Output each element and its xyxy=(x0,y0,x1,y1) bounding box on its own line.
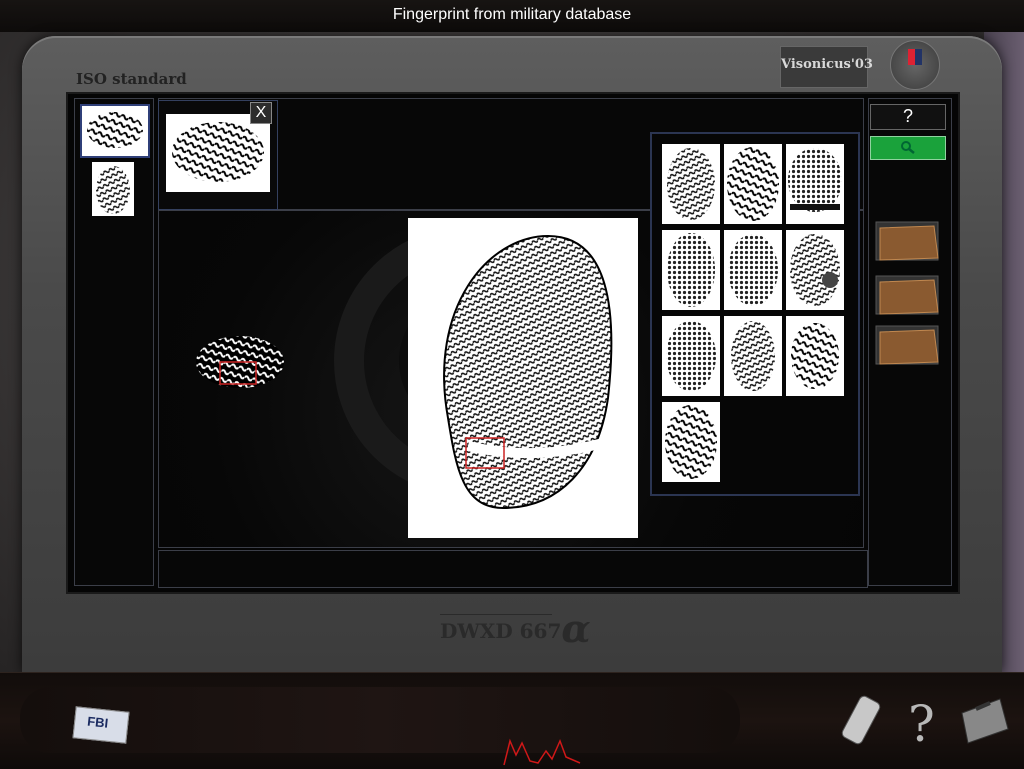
database-print-8[interactable] xyxy=(724,316,782,396)
database-print-viewer xyxy=(408,218,638,538)
iso-standard-label: ISO standard xyxy=(76,70,187,88)
print-image xyxy=(665,405,717,479)
selected-sample-image[interactable] xyxy=(166,114,270,192)
database-print-4[interactable] xyxy=(662,230,720,310)
highlight-logo xyxy=(890,40,940,90)
title-bar: Fingerprint from military database xyxy=(0,0,1024,34)
print-image xyxy=(667,148,715,220)
inventory-bar: FBI ? xyxy=(0,672,1024,769)
print-image xyxy=(727,147,779,221)
database-fingerprint[interactable] xyxy=(408,218,638,538)
print-image xyxy=(728,234,778,306)
search-button[interactable] xyxy=(870,136,946,160)
folder-icon[interactable] xyxy=(874,324,942,366)
folder-icon[interactable] xyxy=(874,274,942,316)
database-print-9[interactable] xyxy=(786,316,844,396)
print-image xyxy=(788,148,842,212)
database-print-7[interactable] xyxy=(662,316,720,396)
question-mark-icon[interactable]: ? xyxy=(902,691,942,751)
print-image xyxy=(791,323,839,389)
database-print-1[interactable] xyxy=(662,144,720,224)
full-print-thumbnail xyxy=(96,166,130,214)
help-button[interactable]: ? xyxy=(870,104,946,130)
fbi-badge-text: FBI xyxy=(86,713,109,731)
database-print-3[interactable] xyxy=(786,144,844,224)
svg-text:?: ? xyxy=(908,695,935,751)
database-grid xyxy=(650,132,860,496)
signal-trace xyxy=(503,738,581,766)
database-print-6[interactable] xyxy=(786,230,844,310)
phone-icon[interactable] xyxy=(836,693,886,749)
database-print-10[interactable] xyxy=(662,402,720,482)
logo-mark xyxy=(908,49,922,65)
model-label: DWXD 667α xyxy=(440,606,591,651)
print-image xyxy=(667,233,715,307)
sample-thumbnail-partial[interactable] xyxy=(80,104,150,158)
fbi-badge-item[interactable]: FBI xyxy=(72,706,130,744)
folder-icon[interactable] xyxy=(874,220,942,262)
model-suffix: α xyxy=(561,606,591,651)
model-number: DWXD 667 xyxy=(440,619,562,643)
print-image xyxy=(731,321,775,391)
partial-fingerprint[interactable] xyxy=(192,326,292,398)
sample-thumbnail-full[interactable] xyxy=(92,162,134,216)
print-image xyxy=(666,321,716,391)
brand-plate: Visonicus'03 xyxy=(780,46,873,88)
close-icon: X xyxy=(255,104,267,121)
magnifier-icon xyxy=(901,141,915,154)
brand-name: Visonicus'03 xyxy=(781,57,873,72)
partial-print-thumbnail xyxy=(87,112,143,148)
question-mark-icon: ? xyxy=(902,106,913,126)
close-button[interactable]: X xyxy=(250,102,272,124)
database-print-2[interactable] xyxy=(724,144,782,224)
briefcase-icon[interactable] xyxy=(956,689,1012,749)
database-print-5[interactable] xyxy=(724,230,782,310)
page-title: Fingerprint from military database xyxy=(392,6,632,23)
status-bar xyxy=(158,550,868,588)
print-image xyxy=(790,234,840,306)
model-underline xyxy=(440,614,552,615)
partial-print-image xyxy=(172,122,264,182)
